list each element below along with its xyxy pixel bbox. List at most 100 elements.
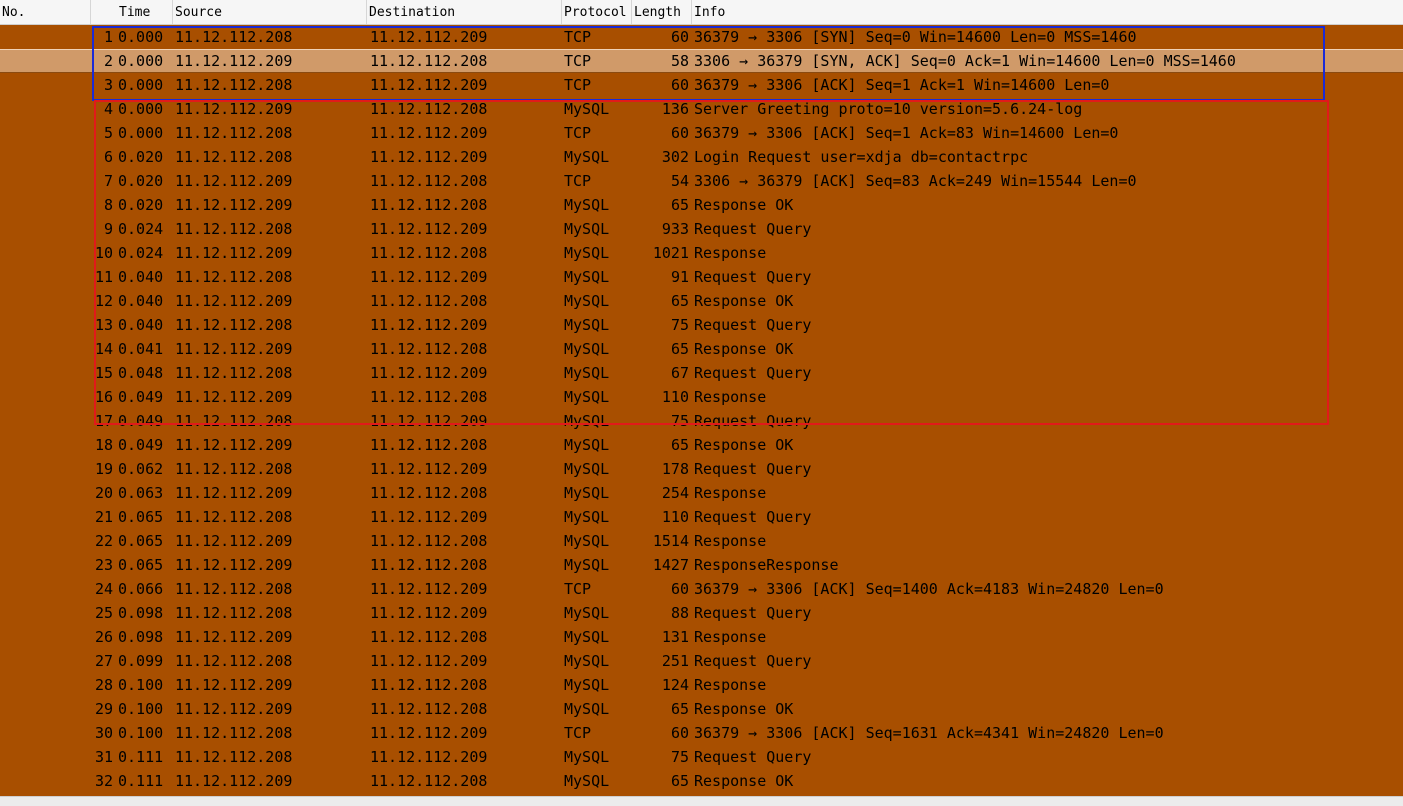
packet-protocol: MySQL xyxy=(564,748,610,766)
packet-row[interactable]: 10 0.024 11.12.112.209 11.12.112.208 MySQL 10… xyxy=(0,241,1403,265)
packet-row[interactable]: 31 0.111 11.12.112.208 11.12.112.209 MySQL 75… xyxy=(0,745,1403,769)
packet-destination: 11.12.112.209 xyxy=(370,220,488,238)
packet-destination: 11.12.112.209 xyxy=(370,580,488,598)
packet-protocol: MySQL xyxy=(564,676,610,694)
packet-source: 11.12.112.209 xyxy=(175,388,293,406)
packet-protocol: TCP xyxy=(564,124,592,142)
column-header-protocol[interactable]: Protocol xyxy=(562,0,632,24)
packet-row[interactable]: 4 0.000 11.12.112.209 11.12.112.208 MySQL 136… xyxy=(0,97,1403,121)
packet-row[interactable]: 12 0.040 11.12.112.209 11.12.112.208 MySQL 65… xyxy=(0,289,1403,313)
packet-destination: 11.12.112.208 xyxy=(370,340,488,358)
packet-protocol: MySQL xyxy=(564,196,610,214)
horizontal-scrollbar[interactable] xyxy=(0,796,1403,806)
packet-row[interactable]: 13 0.040 11.12.112.208 11.12.112.209 MySQL 75… xyxy=(0,313,1403,337)
packet-no: 10 xyxy=(94,244,113,262)
packet-row[interactable]: 32 0.111 11.12.112.209 11.12.112.208 MySQL 65… xyxy=(0,769,1403,793)
packet-protocol: MySQL xyxy=(564,628,610,646)
column-header-no[interactable]: No. xyxy=(0,0,91,24)
packet-row[interactable]: 11 0.040 11.12.112.208 11.12.112.209 MySQL 91… xyxy=(0,265,1403,289)
packet-protocol: MySQL xyxy=(564,316,610,334)
packet-length: 251 xyxy=(661,652,689,670)
column-header-length[interactable]: Length xyxy=(632,0,692,24)
packet-destination: 11.12.112.209 xyxy=(370,748,488,766)
packet-no: 31 xyxy=(94,748,113,766)
packet-length: 91 xyxy=(670,268,689,286)
packet-protocol: MySQL xyxy=(564,556,610,574)
column-header-destination[interactable]: Destination xyxy=(367,0,562,24)
packet-no: 14 xyxy=(94,340,113,358)
packet-no: 28 xyxy=(94,676,113,694)
packet-length: 136 xyxy=(661,100,689,118)
packet-info: Request Query xyxy=(694,748,812,766)
packet-row[interactable]: 1 0.000 11.12.112.208 11.12.112.209 TCP 60 363… xyxy=(0,25,1403,49)
packet-source: 11.12.112.208 xyxy=(175,748,293,766)
packet-row[interactable]: 3 0.000 11.12.112.208 11.12.112.209 TCP 60 363… xyxy=(0,73,1403,97)
packet-row[interactable]: 8 0.020 11.12.112.209 11.12.112.208 MySQL 65 R… xyxy=(0,193,1403,217)
packet-length: 110 xyxy=(661,388,689,406)
packet-source: 11.12.112.208 xyxy=(175,460,293,478)
packet-row[interactable]: 5 0.000 11.12.112.208 11.12.112.209 TCP 60 363… xyxy=(0,121,1403,145)
packet-row[interactable]: 2 0.000 11.12.112.209 11.12.112.208 TCP 58 330… xyxy=(0,49,1403,73)
packet-time: 0.020 xyxy=(118,148,164,166)
packet-row[interactable]: 20 0.063 11.12.112.209 11.12.112.208 MySQL 25… xyxy=(0,481,1403,505)
packet-row[interactable]: 19 0.062 11.12.112.208 11.12.112.209 MySQL 17… xyxy=(0,457,1403,481)
packet-row[interactable]: 15 0.048 11.12.112.208 11.12.112.209 MySQL 67… xyxy=(0,361,1403,385)
packet-row[interactable]: 27 0.099 11.12.112.208 11.12.112.209 MySQL 25… xyxy=(0,649,1403,673)
packet-destination: 11.12.112.208 xyxy=(370,244,488,262)
packet-destination: 11.12.112.209 xyxy=(370,268,488,286)
packet-row[interactable]: 9 0.024 11.12.112.208 11.12.112.209 MySQL 933… xyxy=(0,217,1403,241)
column-header-info[interactable]: Info xyxy=(692,0,1403,24)
packet-protocol: MySQL xyxy=(564,412,610,430)
packet-row[interactable]: 18 0.049 11.12.112.209 11.12.112.208 MySQL 65… xyxy=(0,433,1403,457)
packet-time: 0.000 xyxy=(118,76,164,94)
packet-no: 24 xyxy=(94,580,113,598)
packet-row[interactable]: 29 0.100 11.12.112.209 11.12.112.208 MySQL 65… xyxy=(0,697,1403,721)
packet-destination: 11.12.112.209 xyxy=(370,364,488,382)
packet-info: Server Greeting proto=10 version=5.6.24-… xyxy=(694,100,1083,118)
packet-length: 75 xyxy=(670,316,689,334)
packet-row[interactable]: 17 0.049 11.12.112.208 11.12.112.209 MySQL 75… xyxy=(0,409,1403,433)
column-header-bar: No. Time Source Destination Protocol Len… xyxy=(0,0,1403,25)
column-header-source[interactable]: Source xyxy=(173,0,367,24)
packet-row[interactable]: 22 0.065 11.12.112.209 11.12.112.208 MySQL 15… xyxy=(0,529,1403,553)
packet-destination: 11.12.112.208 xyxy=(370,556,488,574)
packet-length: 75 xyxy=(670,412,689,430)
column-header-time[interactable]: Time xyxy=(91,0,173,24)
packet-info: Response OK xyxy=(694,772,794,790)
packet-source: 11.12.112.208 xyxy=(175,316,293,334)
packet-time: 0.024 xyxy=(118,244,164,262)
packet-destination: 11.12.112.209 xyxy=(370,604,488,622)
packet-protocol: MySQL xyxy=(564,772,610,790)
packet-row[interactable]: 24 0.066 11.12.112.208 11.12.112.209 TCP 60 36… xyxy=(0,577,1403,601)
packet-time: 0.066 xyxy=(118,580,164,598)
packet-time: 0.049 xyxy=(118,436,164,454)
packet-destination: 11.12.112.209 xyxy=(370,508,488,526)
packet-length: 60 xyxy=(670,724,689,742)
packet-destination: 11.12.112.209 xyxy=(370,724,488,742)
packet-row[interactable]: 16 0.049 11.12.112.209 11.12.112.208 MySQL 11… xyxy=(0,385,1403,409)
packet-protocol: MySQL xyxy=(564,436,610,454)
packet-row[interactable]: 28 0.100 11.12.112.209 11.12.112.208 MySQL 12… xyxy=(0,673,1403,697)
packet-no: 16 xyxy=(94,388,113,406)
packet-time: 0.000 xyxy=(118,52,164,70)
packet-source: 11.12.112.208 xyxy=(175,724,293,742)
packet-row[interactable]: 6 0.020 11.12.112.208 11.12.112.209 MySQL 302… xyxy=(0,145,1403,169)
packet-row[interactable]: 23 0.065 11.12.112.209 11.12.112.208 MySQL 14… xyxy=(0,553,1403,577)
packet-length: 131 xyxy=(661,628,689,646)
packet-row[interactable]: 21 0.065 11.12.112.208 11.12.112.209 MySQL 11… xyxy=(0,505,1403,529)
packet-destination: 11.12.112.209 xyxy=(370,124,488,142)
packet-row[interactable]: 7 0.020 11.12.112.209 11.12.112.208 TCP 54 330… xyxy=(0,169,1403,193)
packet-length: 65 xyxy=(670,292,689,310)
packet-time: 0.100 xyxy=(118,700,164,718)
packet-row[interactable]: 25 0.098 11.12.112.208 11.12.112.209 MySQL 88… xyxy=(0,601,1403,625)
packet-info: Request Query xyxy=(694,364,812,382)
packet-length: 60 xyxy=(670,124,689,142)
packet-row[interactable]: 30 0.100 11.12.112.208 11.12.112.209 TCP 60 36… xyxy=(0,721,1403,745)
packet-info: Response OK xyxy=(694,340,794,358)
packet-row[interactable]: 14 0.041 11.12.112.209 11.12.112.208 MySQL 65… xyxy=(0,337,1403,361)
packet-row[interactable]: 26 0.098 11.12.112.209 11.12.112.208 MySQL 13… xyxy=(0,625,1403,649)
packet-list[interactable]: 1 0.000 11.12.112.208 11.12.112.209 TCP 60 363… xyxy=(0,25,1403,796)
packet-source: 11.12.112.209 xyxy=(175,172,293,190)
packet-no: 6 xyxy=(103,148,113,166)
packet-source: 11.12.112.209 xyxy=(175,772,293,790)
